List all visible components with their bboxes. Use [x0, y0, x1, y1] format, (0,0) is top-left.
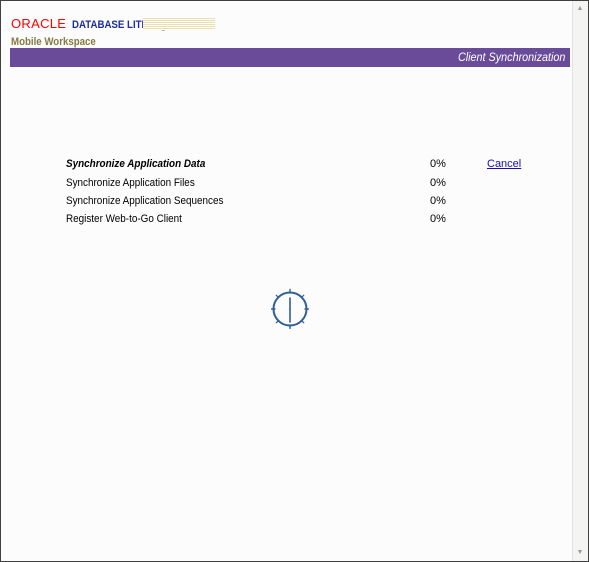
browser-window: ORACLE DATABASE LITE 10g Mobile Workspac…: [0, 0, 589, 562]
cancel-link[interactable]: Cancel: [487, 158, 521, 172]
brand-name: ORACLE: [11, 16, 67, 31]
task-label-sync-files: Synchronize Application Files: [66, 177, 195, 189]
task-percent-sync-data: 0%: [430, 158, 446, 170]
vertical-scrollbar[interactable]: ▲ ▼: [572, 1, 588, 561]
page-banner: Client Synchronization: [10, 48, 570, 67]
scroll-down-icon[interactable]: ▼: [575, 548, 585, 558]
logo-stripes: [143, 18, 215, 30]
clock-icon: [271, 288, 309, 330]
task-label-sync-sequences: Synchronize Application Sequences: [66, 195, 224, 207]
page-title: Client Synchronization: [457, 50, 565, 64]
task-label-register-client: Register Web-to-Go Client: [66, 213, 182, 225]
task-label-sync-data: Synchronize Application Data: [66, 158, 206, 170]
task-percent-sync-sequences: 0%: [430, 195, 446, 207]
task-percent-register-client: 0%: [430, 213, 446, 225]
oracle-logo: ORACLE DATABASE LITE 10g Mobile Workspac…: [11, 16, 215, 50]
mobile-workspace-label: Mobile Workspace: [11, 36, 96, 48]
scroll-up-icon[interactable]: ▲: [575, 4, 585, 14]
task-percent-sync-files: 0%: [430, 177, 446, 189]
